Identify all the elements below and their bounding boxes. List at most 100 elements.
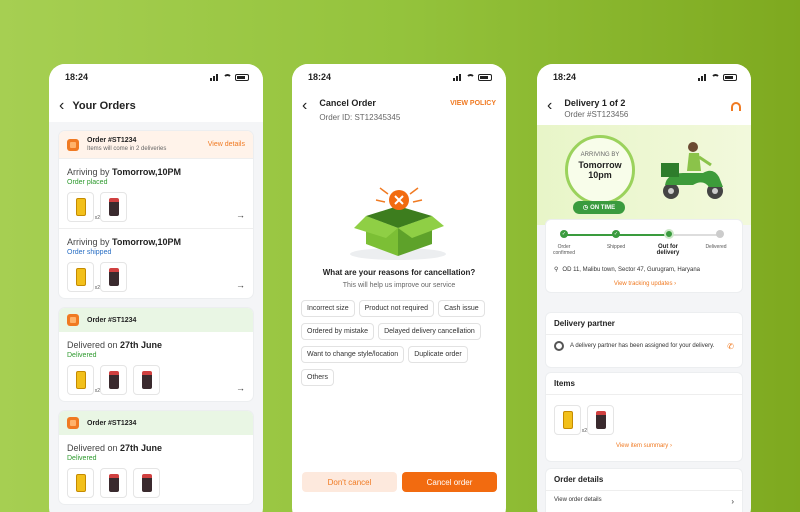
- order-number: Order #ST1234: [87, 316, 137, 324]
- product-thumbnail: [100, 365, 127, 395]
- reason-chip[interactable]: Incorrect size: [301, 300, 355, 317]
- header: ‹ Cancel Order Order ID: ST12345345 VIEW…: [292, 90, 506, 130]
- reason-chip[interactable]: Delayed delivery cancellation: [378, 323, 481, 340]
- wifi-icon: [466, 73, 475, 81]
- order-card: Order #ST1234 Delivered on 27th June Del…: [58, 410, 254, 505]
- chevron-right-icon: ›: [731, 497, 734, 506]
- step-current-icon: [664, 229, 674, 239]
- status-text: Delivered: [67, 352, 97, 359]
- delivery-address: ⚲ OD 11, Malibu town, Sector 47, Gurugra…: [554, 266, 701, 274]
- eta-banner: ARRIVING BY Tomorrow 10pm ◷ ON TIME: [537, 125, 751, 225]
- reason-question: What are your reasons for cancellation?: [322, 268, 476, 277]
- status-time: 18:24: [308, 72, 332, 82]
- package-icon: [67, 314, 79, 326]
- status-bar: 18:24: [292, 64, 506, 90]
- reason-chip[interactable]: Duplicate order: [408, 346, 468, 363]
- order-number: Order #ST123456: [564, 110, 629, 119]
- headset-icon[interactable]: [731, 102, 741, 111]
- package-icon: [67, 417, 79, 429]
- product-thumbnail: [100, 192, 127, 222]
- back-icon[interactable]: ‹: [59, 98, 64, 114]
- delivery-row[interactable]: Arriving by Tomorrow,10PM Order shipped …: [59, 228, 253, 298]
- avatar-icon: [554, 341, 564, 351]
- call-icon[interactable]: ✆: [727, 342, 734, 351]
- header: ‹ Your Orders: [49, 90, 263, 122]
- your-orders-screen: 18:24 ‹ Your Orders Order #ST1234 Items …: [49, 64, 263, 512]
- delivery-row[interactable]: Delivered on 27th June Delivered: [59, 435, 253, 504]
- delivery-row[interactable]: Arriving by Tomorrow,10PM Order placed x…: [59, 158, 253, 228]
- cancel-box-illustration: [350, 187, 446, 260]
- order-number: Order #ST1234: [87, 137, 137, 144]
- items-card: Items x2 View item summary ›: [545, 372, 743, 462]
- arriving-time: 10pm: [588, 170, 612, 180]
- product-thumbnail: [67, 468, 94, 498]
- product-thumbnail: [133, 365, 160, 395]
- status-time: 18:24: [65, 72, 89, 82]
- status-bar: 18:24: [49, 64, 263, 90]
- view-details-link[interactable]: View details: [208, 141, 245, 148]
- section-title: Delivery partner: [546, 313, 742, 335]
- order-number: Order #ST1234: [87, 419, 137, 427]
- wifi-icon: [223, 73, 232, 81]
- back-icon[interactable]: ‹: [302, 98, 307, 114]
- status-text: Order shipped: [67, 249, 112, 256]
- view-tracking-link[interactable]: View tracking updates ›: [546, 281, 744, 287]
- cancel-order-button[interactable]: Cancel order: [402, 472, 497, 492]
- order-details-card: Order details View order details ›: [545, 468, 743, 512]
- status-time: 18:24: [553, 72, 577, 82]
- arrow-right-icon[interactable]: →: [236, 210, 245, 220]
- eta: Tomorrow,10PM: [112, 237, 182, 247]
- back-icon[interactable]: ‹: [547, 98, 552, 114]
- reason-chips: Incorrect size Product not required Cash…: [301, 300, 501, 386]
- product-thumbnail: x2: [67, 365, 100, 395]
- dont-cancel-button[interactable]: Don't cancel: [302, 472, 397, 492]
- delivery-row[interactable]: Delivered on 27th June Delivered x2 →: [59, 332, 253, 401]
- page-title: Delivery 1 of 2: [564, 98, 626, 108]
- signal-icon: [453, 73, 463, 81]
- order-card: Order #ST1234 Items will come in 2 deliv…: [58, 130, 254, 299]
- product-thumbnail: x2: [67, 262, 100, 292]
- page-title: Your Orders: [72, 100, 136, 112]
- partner-text: A delivery partner has been assigned for…: [570, 343, 715, 349]
- arrow-right-icon[interactable]: →: [236, 280, 245, 290]
- view-item-summary-link[interactable]: View item summary ›: [546, 443, 742, 449]
- order-card: Order #ST1234 Delivered on 27th June Del…: [58, 307, 254, 402]
- reason-chip[interactable]: Cash issue: [438, 300, 485, 317]
- reason-chip[interactable]: Product not required: [358, 300, 435, 317]
- status-bar: 18:24: [537, 64, 751, 90]
- view-order-details-row[interactable]: View order details ›: [546, 491, 742, 512]
- reason-chip[interactable]: Others: [301, 369, 335, 386]
- battery-icon: [235, 73, 249, 81]
- arriving-day: Tomorrow: [578, 160, 622, 170]
- view-policy-link[interactable]: VIEW POLICY: [450, 98, 496, 107]
- step-label: Shipped: [606, 244, 626, 250]
- on-time-badge: ◷ ON TIME: [573, 201, 625, 214]
- product-thumbnail: [133, 468, 160, 498]
- package-icon: [67, 138, 79, 151]
- reason-chip[interactable]: Want to change style/location: [301, 346, 405, 363]
- product-thumbnail: x2: [67, 192, 100, 222]
- section-title: Items: [546, 373, 742, 395]
- reason-chip[interactable]: Ordered by mistake: [301, 323, 375, 340]
- signal-icon: [698, 73, 708, 81]
- step-label: Delivered: [705, 244, 727, 250]
- wifi-icon: [711, 73, 720, 81]
- signal-icon: [210, 73, 220, 81]
- arrow-right-icon[interactable]: →: [236, 383, 245, 393]
- battery-icon: [478, 73, 492, 81]
- progress-steps: ✓ ✓: [560, 229, 724, 240]
- step-done-icon: ✓: [612, 230, 620, 238]
- step-pending-icon: [716, 230, 724, 238]
- clock-icon: ◷: [582, 205, 589, 211]
- eta-circle: ARRIVING BY Tomorrow 10pm: [565, 135, 635, 205]
- product-thumbnail: [587, 405, 614, 435]
- product-thumbnail: [100, 468, 127, 498]
- step-label: Out for delivery: [656, 244, 680, 256]
- header: ‹ Delivery 1 of 2 Order #ST123456: [537, 90, 751, 125]
- delivery-date: 27th June: [120, 443, 163, 453]
- cancel-order-screen: 18:24 ‹ Cancel Order Order ID: ST1234534…: [292, 64, 506, 512]
- product-thumbnail: x2: [554, 405, 587, 435]
- battery-icon: [723, 73, 737, 81]
- tracking-card: ✓ ✓ Order confirmed Shipped Out for deli…: [545, 219, 743, 293]
- delivery-date: 27th June: [120, 340, 163, 350]
